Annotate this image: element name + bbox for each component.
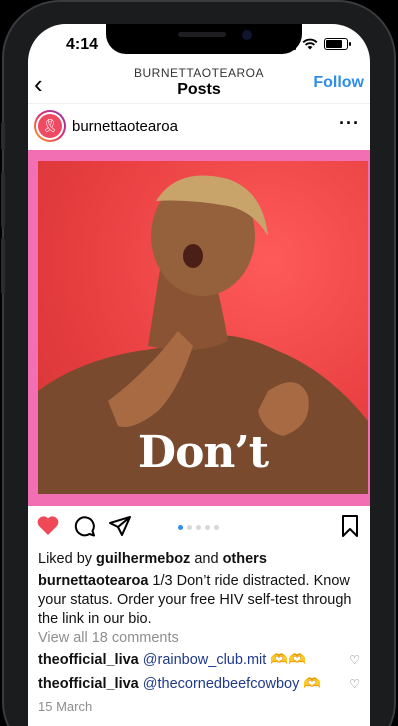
view-all-comments-link[interactable]: View all 18 comments xyxy=(38,629,368,648)
post-actions xyxy=(28,514,370,542)
comment-row: theofficial_liva @rainbow_club.mit 🫶🫶 ♡ xyxy=(38,651,368,670)
carousel-dot xyxy=(178,525,183,530)
caption-username[interactable]: burnettaotearoa xyxy=(38,573,148,589)
signal-icon xyxy=(278,38,296,50)
post-image[interactable]: Don’t xyxy=(28,150,370,506)
comment-row: theofficial_liva @thecornedbeefcowboy 🫶 … xyxy=(38,675,368,694)
comment-mention[interactable]: @thecornedbeefcowboy xyxy=(143,676,300,692)
post-date: 15 March xyxy=(38,699,93,714)
carousel-dot xyxy=(214,525,219,530)
comment-emoji: 🫶 xyxy=(303,676,322,692)
share-icon[interactable] xyxy=(108,514,132,538)
volume-up-button xyxy=(1,172,5,228)
comment-icon[interactable] xyxy=(72,514,96,538)
likes-and: and xyxy=(190,551,223,567)
comment-emoji: 🫶🫶 xyxy=(270,652,307,668)
caption: burnettaotearoa 1/3 Don’t ride distracte… xyxy=(38,572,368,629)
carousel-dot xyxy=(205,525,210,530)
like-heart-icon[interactable] xyxy=(36,514,60,536)
comment-like-icon[interactable]: ♡ xyxy=(349,651,360,670)
ribbon-icon: 🎗 xyxy=(38,114,62,138)
status-icons xyxy=(278,38,351,50)
status-bar: 4:14 xyxy=(28,36,370,56)
battery-icon xyxy=(324,38,351,50)
carousel-dot xyxy=(196,525,201,530)
save-bookmark-icon[interactable] xyxy=(340,514,360,538)
comment-like-icon[interactable]: ♡ xyxy=(349,675,360,694)
status-time: 4:14 xyxy=(66,36,99,53)
header: ‹ BURNETTAOTEAROA Posts Follow xyxy=(28,64,370,104)
mute-switch xyxy=(1,122,5,150)
likes-line: Liked by guilhermeboz and others xyxy=(38,550,368,569)
carousel-dot xyxy=(187,525,192,530)
comment-username[interactable]: theofficial_liva xyxy=(38,652,139,668)
avatar[interactable]: 🎗 xyxy=(34,110,66,142)
likes-prefix: Liked by xyxy=(38,551,97,567)
liker-username[interactable]: guilhermeboz xyxy=(96,551,190,567)
follow-button[interactable]: Follow xyxy=(313,74,364,92)
comment-username[interactable]: theofficial_liva xyxy=(38,676,139,692)
volume-down-button xyxy=(1,238,5,294)
wifi-icon xyxy=(302,38,318,50)
screen: 4:14 ‹ BURNETTAOTEAROA Posts Follow 🎗 bu… xyxy=(28,24,370,726)
likes-others-link[interactable]: others xyxy=(223,551,267,567)
carousel-indicator xyxy=(178,525,219,530)
post-author[interactable]: burnettaotearoa xyxy=(72,118,178,135)
image-overlay-text: Don’t xyxy=(137,427,269,478)
post-photo: Don’t xyxy=(38,161,368,494)
post-header: 🎗 burnettaotearoa ··· xyxy=(28,107,370,147)
comment-mention[interactable]: @rainbow_club.mit xyxy=(143,652,267,668)
more-options-icon[interactable]: ··· xyxy=(339,113,360,134)
